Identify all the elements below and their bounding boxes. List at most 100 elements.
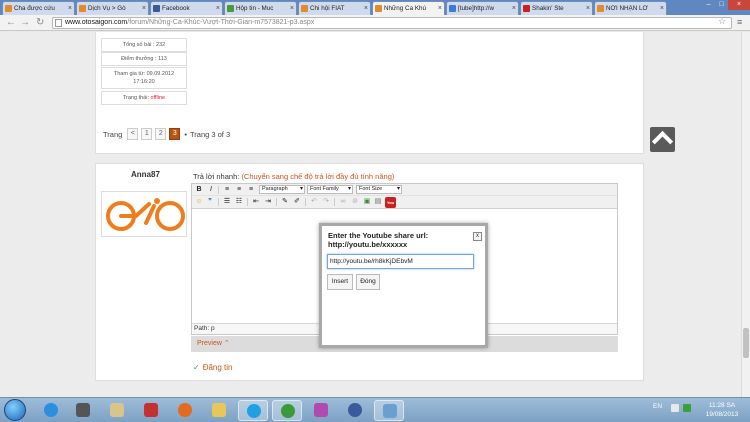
image-icon[interactable]: ▣ [362, 197, 372, 207]
tab-1[interactable]: Dịch Vụ > Gò × [76, 1, 149, 15]
outdent-icon[interactable]: ⇤ [251, 197, 261, 207]
thunderbird-taskbar-button[interactable] [340, 400, 370, 421]
close-icon[interactable]: × [438, 5, 442, 12]
scrollbar-thumb[interactable] [743, 328, 749, 358]
close-icon[interactable]: × [512, 5, 516, 12]
close-icon[interactable]: × [586, 5, 590, 12]
bullet-list-icon[interactable]: ☰ [222, 197, 232, 207]
media-taskbar-button[interactable] [68, 400, 98, 421]
system-clock[interactable]: 11:28 SA 19/08/2013 [694, 401, 750, 419]
tab-label: Những Ca Khú [384, 5, 427, 12]
tab-6[interactable]: [tube]http://w × [446, 1, 519, 15]
close-icon[interactable]: × [290, 5, 294, 12]
notification-icon[interactable] [671, 404, 679, 412]
profile-post-count: Tổng số bài : 232 [101, 38, 187, 52]
tab-2[interactable]: Facebook × [150, 1, 223, 15]
undo-icon[interactable]: ↶ [309, 197, 319, 207]
close-button[interactable]: Đóng [356, 274, 380, 290]
dialog-close-icon[interactable]: x [473, 232, 482, 241]
tab-label: Dịch Vụ > Gò [88, 5, 126, 12]
bold-button[interactable]: B [194, 185, 204, 195]
close-icon[interactable]: × [216, 5, 220, 12]
tab-4[interactable]: Chi hội FIAT × [298, 1, 371, 15]
chevron-up-icon [651, 130, 674, 153]
full-editor-link[interactable]: (Chuyển sang chế độ trả lời đầy đủ tính … [241, 172, 394, 181]
url-domain: www.otosaigon.com [65, 19, 128, 26]
scroll-to-top-button[interactable] [650, 127, 675, 153]
page-2-button[interactable]: 2 [155, 128, 167, 140]
close-icon[interactable]: × [68, 5, 72, 12]
ie-icon [44, 403, 58, 417]
reply-username: Anna87 [131, 170, 160, 179]
close-icon[interactable]: × [142, 5, 146, 12]
app-taskbar-button[interactable] [136, 400, 166, 421]
maximize-icon[interactable]: □ [715, 0, 728, 10]
network-icon[interactable] [683, 404, 691, 412]
tab-3[interactable]: Hộp tin - Muc × [224, 1, 297, 15]
align-left-icon[interactable]: ≡ [222, 185, 232, 195]
post-label: Đăng tin [202, 363, 233, 372]
close-icon[interactable]: × [364, 5, 368, 12]
tab-favicon [375, 5, 382, 12]
menu-icon[interactable]: ≡ [737, 17, 742, 27]
quick-reply-label: Trả lời nhanh: [193, 172, 240, 181]
font-family-select[interactable]: Font Family [307, 185, 353, 194]
messenger-taskbar-button[interactable] [306, 400, 336, 421]
emoticon-icon[interactable]: ☺ [194, 197, 204, 207]
post-button[interactable]: ✓ Đăng tin [193, 363, 233, 372]
minimize-icon[interactable]: – [702, 0, 715, 10]
numbered-list-icon[interactable]: ☷ [234, 197, 244, 207]
youtube-url-input[interactable] [327, 254, 474, 269]
tab-favicon [301, 5, 308, 12]
start-button[interactable] [4, 399, 26, 421]
bicycle-logo-icon [106, 198, 185, 231]
quote-icon[interactable]: ❞ [205, 197, 215, 207]
page-scrollbar[interactable] [741, 32, 750, 397]
app-icon [144, 403, 158, 417]
insert-button[interactable]: Insert [327, 274, 353, 290]
youtube-icon[interactable]: You Tube [385, 197, 396, 216]
skype-taskbar-button[interactable] [238, 400, 268, 421]
page-3-button-current[interactable]: 3 [169, 128, 181, 140]
back-icon[interactable]: ← [6, 17, 16, 28]
format-select[interactable]: Paragraph [259, 185, 305, 194]
chrome-taskbar-button[interactable] [272, 400, 302, 421]
messenger-icon [314, 403, 328, 417]
ie-taskbar-button[interactable] [36, 400, 66, 421]
paint-icon [383, 404, 397, 418]
close-window-icon[interactable]: × [728, 0, 750, 10]
tab-0[interactable]: Cha được cứu × [2, 1, 75, 15]
tab-7[interactable]: Shakin' Ste × [520, 1, 593, 15]
tab-5-active[interactable]: Những Ca Khú × [372, 1, 445, 15]
redo-icon[interactable]: ↷ [321, 197, 331, 207]
close-icon[interactable]: × [660, 5, 664, 12]
cleanup-icon[interactable]: ✎ [280, 197, 290, 207]
language-indicator[interactable]: EN [653, 403, 662, 410]
page-1-button[interactable]: 1 [141, 128, 153, 140]
prev-page-button[interactable]: < [127, 128, 139, 140]
tab-favicon [5, 5, 12, 12]
unlink-icon[interactable]: ⊘ [350, 197, 360, 207]
address-bar[interactable]: www.otosaigon.com/forum/Những-Ca-Khúc-Vư… [52, 17, 732, 29]
bookmark-star-icon[interactable]: ☆ [718, 16, 726, 27]
firefox-taskbar-button[interactable] [170, 400, 200, 421]
tab-8[interactable]: NƠI NHẬN LỜ × [594, 1, 667, 15]
align-center-icon[interactable]: ≡ [234, 185, 244, 195]
paint-taskbar-button[interactable] [374, 400, 404, 421]
indent-icon[interactable]: ⇥ [263, 197, 273, 207]
font-size-select[interactable]: Font Size [356, 185, 402, 194]
status-badge: offline [150, 95, 166, 101]
code-icon[interactable]: ▤ [373, 197, 383, 207]
forward-icon[interactable]: → [20, 17, 30, 28]
align-justify-icon[interactable]: ≡ [246, 185, 256, 195]
eraser-icon[interactable]: ✐ [292, 197, 302, 207]
explorer-taskbar-button[interactable] [102, 400, 132, 421]
reload-icon[interactable]: ↻ [36, 17, 44, 28]
toolbar-divider [218, 186, 219, 194]
files-taskbar-button[interactable] [204, 400, 234, 421]
toolbar-divider [218, 198, 219, 206]
link-icon[interactable]: ∞ [338, 197, 348, 207]
italic-button[interactable]: I [206, 185, 216, 195]
previous-post-panel: Tổng số bài : 232 Điểm thưởng : 113 Tham… [95, 32, 644, 154]
window-controls: – □ × [702, 0, 750, 10]
